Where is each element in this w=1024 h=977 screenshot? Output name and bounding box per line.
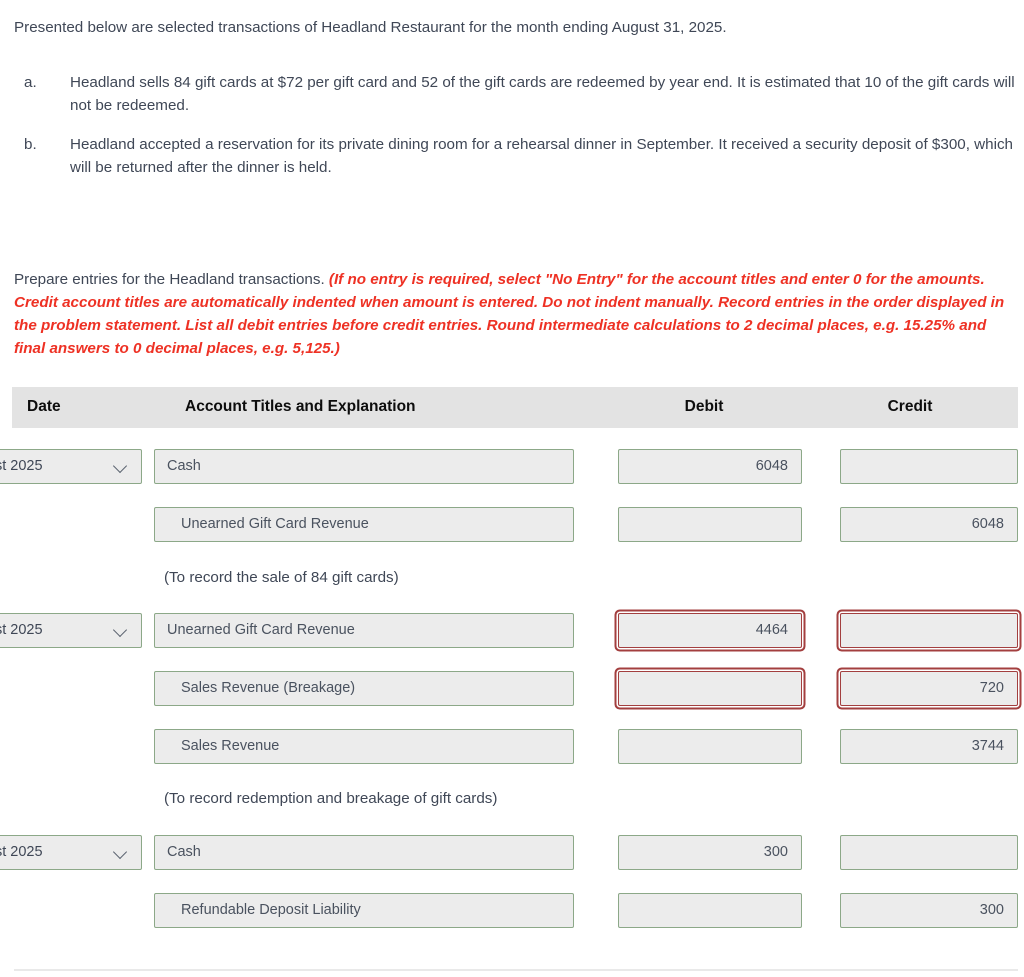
credit-amount-input[interactable]	[840, 835, 1018, 871]
intro-paragraph: Presented below are selected transaction…	[14, 19, 727, 36]
list-item-marker: a.	[24, 74, 37, 91]
debit-cell	[608, 506, 810, 542]
entry-explanation-row: (To record redemption and breakage of gi…	[12, 775, 1018, 824]
credit-cell: 300	[810, 892, 1018, 928]
column-header-account: Account Titles and Explanation	[185, 398, 416, 416]
account-cell: Unearned Gift Card Revenue	[154, 506, 608, 542]
date-select-value: st 2025	[0, 458, 43, 475]
list-item-text: Headland accepted a reservation for its …	[70, 136, 1013, 176]
account-cell: Sales Revenue (Breakage)	[154, 671, 608, 707]
table-row: st 2025 Cash 6048	[0, 438, 1018, 496]
credit-amount-input[interactable]: 3744	[840, 728, 1018, 764]
list-item-marker: b.	[24, 136, 37, 153]
credit-amount-input[interactable]: 6048	[840, 506, 1018, 542]
journal-entry-table: Date Account Titles and Explanation Debi…	[0, 387, 1018, 940]
entry-explanation-row: (To record the sale of 84 gift cards)	[12, 553, 1018, 602]
date-cell: st 2025	[0, 613, 154, 649]
debit-amount-input[interactable]	[618, 506, 802, 542]
date-select-0[interactable]: st 2025	[0, 449, 142, 485]
credit-amount-input[interactable]	[840, 613, 1018, 649]
debit-cell: 300	[608, 835, 810, 871]
account-title-input[interactable]: Cash	[154, 835, 574, 871]
debit-cell	[608, 728, 810, 764]
credit-cell	[810, 835, 1018, 871]
account-cell: Cash	[154, 449, 608, 485]
date-select-value: st 2025	[0, 844, 43, 861]
list-item: b. Headland accepted a reservation for i…	[14, 134, 1022, 179]
entry-explanation-text: (To record redemption and breakage of gi…	[164, 790, 498, 808]
date-select-2[interactable]: st 2025	[0, 835, 142, 871]
debit-amount-input[interactable]: 6048	[618, 449, 802, 485]
debit-amount-input[interactable]	[618, 671, 802, 707]
account-title-input[interactable]: Cash	[154, 449, 574, 485]
instructions-lead: Prepare entries for the Headland transac…	[14, 271, 329, 288]
debit-amount-input[interactable]: 300	[618, 835, 802, 871]
entry-explanation-text: (To record the sale of 84 gift cards)	[164, 568, 399, 586]
debit-cell	[608, 671, 810, 707]
account-title-input[interactable]: Refundable Deposit Liability	[154, 892, 574, 928]
table-header-row: Date Account Titles and Explanation Debi…	[12, 387, 1018, 428]
account-title-input[interactable]: Unearned Gift Card Revenue	[154, 506, 574, 542]
debit-amount-input[interactable]: 4464	[618, 613, 802, 649]
account-title-input[interactable]: Sales Revenue	[154, 728, 574, 764]
credit-cell: 6048	[810, 506, 1018, 542]
date-select-value: st 2025	[0, 622, 43, 639]
date-cell: st 2025	[0, 835, 154, 871]
account-title-input[interactable]: Unearned Gift Card Revenue	[154, 613, 574, 649]
chevron-down-icon	[114, 845, 129, 860]
credit-cell	[810, 449, 1018, 485]
table-row: st 2025 Cash 300	[0, 824, 1018, 882]
column-header-debit: Debit	[684, 398, 724, 416]
table-row: Sales Revenue 3744	[12, 717, 1018, 775]
account-cell: Unearned Gift Card Revenue	[154, 613, 608, 649]
list-item-text: Headland sells 84 gift cards at $72 per …	[70, 74, 1015, 114]
account-cell: Sales Revenue	[154, 728, 608, 764]
table-row: Refundable Deposit Liability 300	[12, 882, 1018, 940]
debit-amount-input[interactable]	[618, 892, 802, 928]
date-cell: st 2025	[0, 449, 154, 485]
credit-amount-input[interactable]: 720	[840, 671, 1018, 707]
credit-cell	[810, 613, 1018, 649]
debit-cell: 4464	[608, 613, 810, 649]
column-header-date: Date	[27, 398, 61, 416]
bottom-divider	[14, 969, 1018, 971]
chevron-down-icon	[114, 459, 129, 474]
table-body: st 2025 Cash 6048 Unearned Gift Card Re	[0, 428, 1018, 940]
account-title-input[interactable]: Sales Revenue (Breakage)	[154, 671, 574, 707]
credit-amount-input[interactable]: 300	[840, 892, 1018, 928]
credit-cell: 3744	[810, 728, 1018, 764]
worksheet-page: Presented below are selected transaction…	[0, 0, 1024, 977]
debit-cell	[608, 892, 810, 928]
credit-cell: 720	[810, 671, 1018, 707]
credit-amount-input[interactable]	[840, 449, 1018, 485]
debit-cell: 6048	[608, 449, 810, 485]
chevron-down-icon	[114, 623, 129, 638]
debit-amount-input[interactable]	[618, 728, 802, 764]
date-select-1[interactable]: st 2025	[0, 613, 142, 649]
table-row: Unearned Gift Card Revenue 6048	[12, 496, 1018, 554]
problem-list: a. Headland sells 84 gift cards at $72 p…	[14, 72, 1022, 196]
column-header-credit: Credit	[887, 398, 933, 416]
table-row: Sales Revenue (Breakage) 720	[12, 660, 1018, 718]
instructions-paragraph: Prepare entries for the Headland transac…	[14, 268, 1017, 360]
account-cell: Refundable Deposit Liability	[154, 892, 608, 928]
account-cell: Cash	[154, 835, 608, 871]
table-row: st 2025 Unearned Gift Card Revenue 4464	[0, 602, 1018, 660]
list-item: a. Headland sells 84 gift cards at $72 p…	[14, 72, 1022, 117]
